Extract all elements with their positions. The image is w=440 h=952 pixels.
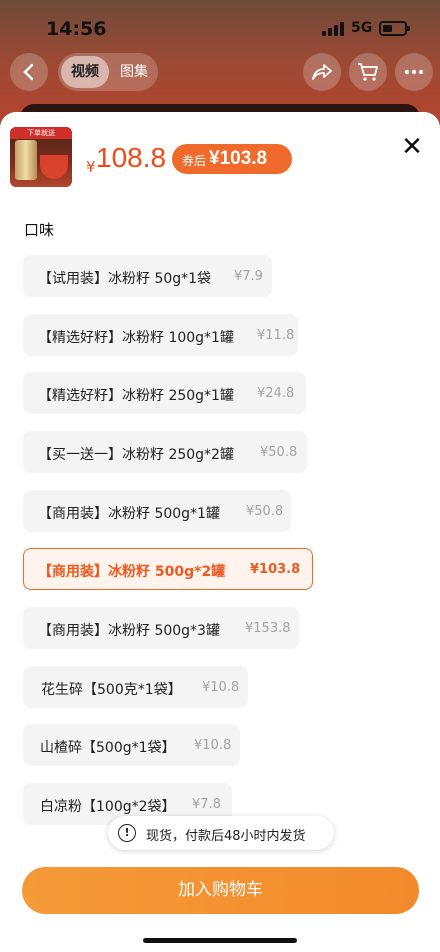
option-name: 【商用装】冰粉籽 500g*2罐 <box>38 564 226 580</box>
shipping-notice: ! 现货，付款后48小时内发货 <box>108 816 334 850</box>
option-price: ¥24.8 <box>257 386 295 401</box>
add-to-cart-button[interactable]: 加入购物车 <box>22 867 419 914</box>
option-item-selected[interactable]: 【商用装】冰粉籽 500g*2罐 ¥103.8 <box>23 548 313 590</box>
signal-icon <box>322 22 344 36</box>
option-name: 【商用装】冰粉籽 500g*3罐 <box>38 623 220 639</box>
option-price: ¥11.8 <box>257 328 295 343</box>
more-icon <box>404 69 424 75</box>
coupon-price-badge: 券后 ¥103.8 <box>172 144 292 174</box>
more-button[interactable] <box>395 53 433 91</box>
thumbnail-badge: 下单就送 <box>10 127 72 139</box>
option-item[interactable]: 【商用装】冰粉籽 500g*1罐 ¥50.8 <box>23 490 291 532</box>
option-name: 花生碎【500克*1袋】 <box>41 682 182 698</box>
option-price: ¥7.8 <box>192 797 221 812</box>
product-thumbnail[interactable]: 下单就送 <box>10 127 72 187</box>
info-icon: ! <box>118 824 136 842</box>
option-price: ¥10.8 <box>202 680 240 695</box>
option-item[interactable]: 【精选好籽】冰粉籽 100g*1罐 ¥11.8 <box>23 314 298 356</box>
option-price: ¥50.8 <box>260 445 298 460</box>
cart-button[interactable] <box>349 53 387 91</box>
network-label: 5G <box>351 20 373 36</box>
home-indicator <box>143 938 297 943</box>
option-name: 【买一送一】冰粉籽 250g*2罐 <box>38 447 234 463</box>
share-icon <box>312 64 332 80</box>
section-title-flavor: 口味 <box>24 221 55 239</box>
option-price: ¥10.8 <box>194 738 232 753</box>
option-item[interactable]: 【精选好籽】冰粉籽 250g*1罐 ¥24.8 <box>23 372 306 414</box>
option-item[interactable]: 花生碎【500克*1袋】 ¥10.8 <box>23 666 248 708</box>
product-can-image <box>15 140 37 180</box>
coupon-price: ¥103.8 <box>209 148 268 169</box>
close-icon[interactable]: ✕ <box>399 134 425 160</box>
option-price: ¥153.8 <box>245 621 291 636</box>
back-arrow-icon <box>23 63 34 81</box>
product-price: 108.8 <box>96 142 167 173</box>
option-name: 【精选好籽】冰粉籽 250g*1罐 <box>38 388 234 404</box>
share-button[interactable] <box>303 53 341 91</box>
option-name: 白凉粉【100g*2袋】 <box>40 799 176 815</box>
option-price: ¥50.8 <box>246 504 284 519</box>
product-bowl-image <box>40 155 68 179</box>
coupon-label: 券后 <box>182 154 207 168</box>
price-currency: ¥ <box>86 158 96 176</box>
battery-icon <box>379 21 410 36</box>
option-price: ¥7.9 <box>234 269 263 284</box>
option-item[interactable]: 山楂碎【500g*1袋】 ¥10.8 <box>23 724 240 766</box>
option-item[interactable]: 【商用装】冰粉籽 500g*3罐 ¥153.8 <box>23 607 299 649</box>
tab-video[interactable]: 视频 <box>61 56 109 88</box>
status-time: 14:56 <box>46 18 107 40</box>
media-tabs: 视频 图集 <box>58 53 158 91</box>
option-name: 【精选好籽】冰粉籽 100g*1罐 <box>38 330 234 346</box>
notice-text: 现货，付款后48小时内发货 <box>146 829 306 844</box>
cart-icon <box>358 63 378 81</box>
tab-gallery[interactable]: 图集 <box>120 53 148 91</box>
option-price: ¥103.8 <box>250 562 301 577</box>
option-item[interactable]: 【试用装】冰粉籽 50g*1袋 ¥7.9 <box>23 255 272 297</box>
option-name: 【商用装】冰粉籽 500g*1罐 <box>38 506 220 522</box>
status-bar: 14:56 5G <box>0 0 440 54</box>
option-name: 【试用装】冰粉籽 50g*1袋 <box>38 271 212 287</box>
option-name: 山楂碎【500g*1袋】 <box>40 740 176 756</box>
back-button[interactable] <box>10 53 48 91</box>
option-item[interactable]: 【买一送一】冰粉籽 250g*2罐 ¥50.8 <box>23 431 307 473</box>
